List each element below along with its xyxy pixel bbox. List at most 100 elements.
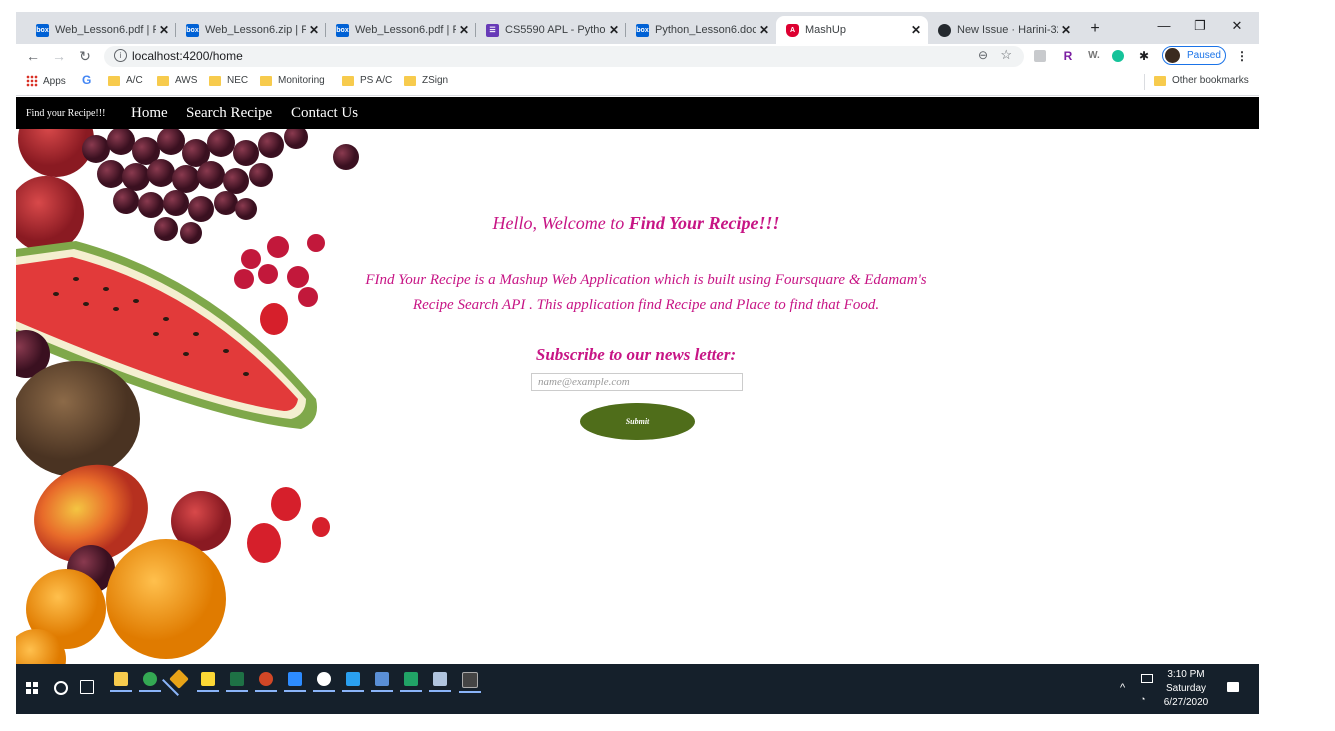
address-bar[interactable]: i localhost:4200/home ⊖ ☆ <box>104 46 1024 67</box>
other-bookmarks[interactable]: Other bookmarks <box>1154 75 1249 86</box>
box-icon: box <box>186 23 199 37</box>
browser-tab[interactable]: box Web_Lesson6.zip | Pow ✕ <box>176 16 326 44</box>
reload-icon[interactable]: ↻ <box>76 47 94 65</box>
bookmark-folder[interactable]: A/C <box>108 75 143 86</box>
zoom-icon[interactable]: ⊖ <box>978 48 988 62</box>
tab-title: MashUp <box>805 24 846 36</box>
bookmark-folder[interactable]: ZSign <box>404 75 448 86</box>
menu-dots-icon[interactable]: ⋮ <box>1234 48 1250 64</box>
terminal-icon[interactable] <box>459 672 481 693</box>
battery-icon[interactable] <box>1141 674 1153 683</box>
close-window-icon[interactable]: ✕ <box>1219 12 1255 40</box>
site-name-strong: Find Your Recipe!!! <box>628 213 780 233</box>
bookmark-star-icon[interactable]: ☆ <box>1000 47 1012 63</box>
windows-taskbar: ^ ◔ 3:10 PM Saturday 6/27/2020 <box>16 664 1259 714</box>
new-tab-button[interactable]: + <box>1084 18 1106 40</box>
task-view-icon[interactable] <box>80 680 94 694</box>
zoom-app-icon[interactable] <box>284 672 306 692</box>
close-tab-icon[interactable]: ✕ <box>908 23 924 37</box>
close-tab-icon[interactable]: ✕ <box>756 23 772 37</box>
welcome-heading: Hello, Welcome to Find Your Recipe!!! <box>492 213 780 233</box>
description-line: FInd Your Recipe is a Mashup Web Applica… <box>365 272 927 288</box>
bookmark-folder[interactable]: Monitoring <box>260 75 325 86</box>
folder-icon <box>260 75 272 86</box>
show-hidden-icons[interactable]: ^ <box>1120 682 1125 694</box>
info-icon[interactable]: i <box>114 49 127 62</box>
restore-icon[interactable]: ❐ <box>1182 12 1218 40</box>
fruit-background-image <box>16 129 359 664</box>
close-tab-icon[interactable]: ✕ <box>306 23 322 37</box>
avatar <box>1165 48 1180 63</box>
divider <box>1144 74 1145 90</box>
email-field[interactable] <box>531 373 743 391</box>
sticky-notes-icon[interactable] <box>197 672 219 692</box>
list-icon: ☰ <box>486 23 499 37</box>
description-line: Recipe Search API . This application fin… <box>412 297 880 313</box>
browser-tab[interactable]: box Python_Lesson6.docx | ✕ <box>626 16 776 44</box>
browser-tab[interactable]: ☰ CS5590 APL - Python/I ✕ <box>476 16 626 44</box>
clock-day: Saturday <box>1165 683 1207 694</box>
close-tab-icon[interactable]: ✕ <box>1058 23 1074 37</box>
clock-date: 6/27/2020 <box>1163 697 1209 708</box>
box-icon: box <box>36 23 49 37</box>
folder-icon <box>108 75 120 86</box>
site-navbar: Find your Recipe!!! Home Search Recipe C… <box>16 97 1259 129</box>
vscode-icon[interactable] <box>342 672 364 692</box>
folder-icon <box>157 75 169 86</box>
folder-icon <box>404 75 416 86</box>
close-tab-icon[interactable]: ✕ <box>156 23 172 37</box>
bookmark-folder[interactable]: AWS <box>157 75 197 86</box>
puzzle-extensions-icon[interactable]: ✱ <box>1136 48 1152 64</box>
file-explorer-icon[interactable] <box>110 672 132 692</box>
bookmark-folder[interactable]: NEC <box>209 75 248 86</box>
pycharm-icon[interactable] <box>400 672 422 692</box>
web-page: Find your Recipe!!! Home Search Recipe C… <box>16 97 1259 664</box>
tab-title: Web_Lesson6.pdf | Pow <box>355 24 456 36</box>
back-arrow-icon[interactable]: ← <box>24 47 42 65</box>
grammarly-icon[interactable] <box>1112 50 1124 62</box>
submit-button[interactable]: Submit <box>580 403 695 440</box>
nav-home[interactable]: Home <box>131 105 168 122</box>
close-tab-icon[interactable]: ✕ <box>456 23 472 37</box>
screen: box Web_Lesson6.pdf | Pow ✕ box Web_Less… <box>16 12 1259 714</box>
brand-link[interactable]: Find your Recipe!!! <box>26 108 105 119</box>
close-tab-icon[interactable]: ✕ <box>606 23 622 37</box>
settings-icon[interactable] <box>313 672 335 692</box>
app-icon[interactable] <box>371 672 393 692</box>
folder-icon <box>1154 75 1166 86</box>
wifi-icon[interactable]: ◔ <box>1140 694 1145 704</box>
profile-paused-button[interactable]: Paused <box>1162 46 1226 65</box>
angular-icon: A <box>786 23 799 37</box>
minimize-icon[interactable]: — <box>1146 12 1182 40</box>
search-icon[interactable] <box>54 681 68 695</box>
nav-search-recipe[interactable]: Search Recipe <box>186 105 272 122</box>
browser-tab[interactable]: box Web_Lesson6.pdf | Pow ✕ <box>326 16 476 44</box>
powerpoint-icon[interactable] <box>255 672 277 692</box>
url-text: localhost:4200/home <box>132 49 243 63</box>
apps-grid-icon <box>26 75 38 87</box>
w-extension-icon[interactable]: W. <box>1086 48 1102 64</box>
clock[interactable]: 3:10 PM Saturday 6/27/2020 <box>1156 669 1216 708</box>
extension-icon[interactable] <box>1034 50 1046 62</box>
excel-icon[interactable] <box>226 672 248 692</box>
app-icon[interactable] <box>169 669 189 689</box>
browser-tab[interactable]: New Issue · Harini-32/ ✕ <box>928 16 1078 44</box>
r-extension-icon[interactable]: R <box>1060 48 1076 64</box>
tab-title: CS5590 APL - Python/I <box>505 24 606 36</box>
description-text: FInd Your Recipe is a Mashup Web Applica… <box>316 268 976 318</box>
bookmark-apps[interactable]: Apps <box>26 75 66 87</box>
paint-icon[interactable] <box>429 672 451 692</box>
nav-contact-us[interactable]: Contact Us <box>291 105 358 122</box>
google-icon[interactable]: G <box>82 73 91 87</box>
windows-start-icon[interactable] <box>26 682 38 694</box>
folder-icon <box>342 75 354 86</box>
browser-tab[interactable]: box Web_Lesson6.pdf | Pow ✕ <box>26 16 176 44</box>
box-icon: box <box>336 23 349 37</box>
bookmark-folder[interactable]: PS A/C <box>342 75 392 86</box>
box-icon: box <box>636 23 649 37</box>
browser-toolbar: ← → ↻ i localhost:4200/home ⊖ ☆ R W. ✱ P… <box>16 44 1259 69</box>
notifications-icon[interactable] <box>1227 682 1239 692</box>
forward-arrow-icon[interactable]: → <box>50 47 68 65</box>
chrome-icon[interactable] <box>139 672 161 692</box>
browser-tab-active[interactable]: A MashUp ✕ <box>776 16 928 44</box>
